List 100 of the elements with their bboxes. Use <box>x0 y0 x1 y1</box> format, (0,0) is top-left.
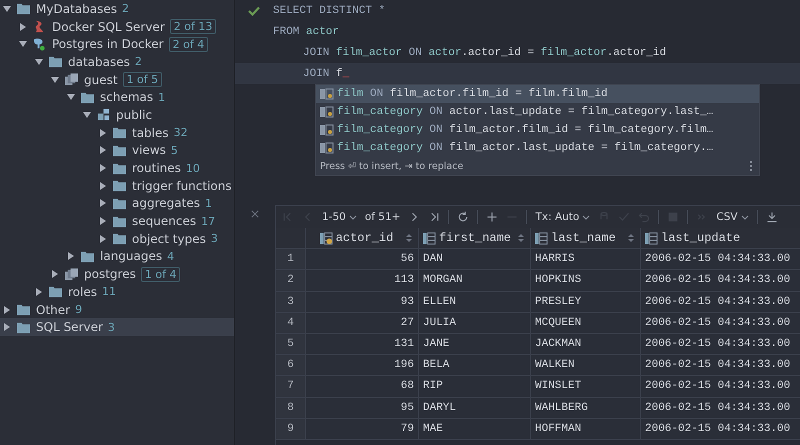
caret-icon[interactable] <box>99 182 107 190</box>
table-key-icon <box>320 123 334 137</box>
dropdown-button[interactable]: CSV <box>716 211 749 223</box>
table-cell: 2006-02-15 04:34:33.00 <box>641 355 800 376</box>
table-cell: WINSLET <box>531 376 641 396</box>
table-cell: DAN <box>419 249 531 270</box>
caret-icon[interactable] <box>99 199 107 208</box>
caret-icon[interactable] <box>99 217 107 226</box>
tree-item[interactable]: languages 4 <box>0 248 234 266</box>
suggestion-item[interactable]: film ON film_actor.film_id = film.film_id <box>316 85 759 103</box>
table-cell: WAHLBERG <box>531 398 641 418</box>
tree-item[interactable]: sequences 17 <box>0 212 234 230</box>
caret-icon[interactable] <box>99 234 107 243</box>
row-number: 8 <box>276 398 306 418</box>
tree-label: tables <box>132 126 169 140</box>
table-cell: 2006-02-15 04:34:33.00 <box>641 312 800 333</box>
column-icon <box>645 232 658 245</box>
table-cell: 2006-02-15 04:34:33.00 <box>641 334 800 354</box>
folder-icon <box>48 285 63 298</box>
caret-icon[interactable] <box>19 22 27 31</box>
folder-icon <box>80 90 95 104</box>
caret-icon[interactable] <box>35 288 43 296</box>
table-cell: RIP <box>419 376 531 396</box>
row-number: 2 <box>276 270 306 291</box>
caret-icon[interactable] <box>35 58 43 66</box>
tree-item[interactable]: guest 1 of 5 <box>0 70 234 88</box>
tree-item[interactable]: aggregates 1 <box>0 194 234 212</box>
caret-icon[interactable] <box>99 164 107 172</box>
caret-icon[interactable] <box>67 252 75 260</box>
dropdown-button[interactable]: Tx: Auto <box>535 211 590 223</box>
table-cell: 2006-02-15 04:34:33.00 <box>641 398 800 418</box>
suggestion-item[interactable]: film_category ON film_actor.film_id = film_category.film… <box>316 121 759 139</box>
tree-item[interactable]: roles 11 <box>0 283 234 301</box>
tree-item[interactable]: public <box>0 106 234 124</box>
caret-icon[interactable] <box>3 4 11 13</box>
caret-icon[interactable] <box>67 93 75 102</box>
tree-item[interactable]: postgres 1 of 4 <box>0 265 234 283</box>
table-cell: HOPKINS <box>531 270 641 291</box>
tree-label: sequences <box>132 214 196 228</box>
suggestion-item[interactable]: film_category ON actor.last_update = film_category.last_… <box>316 103 759 121</box>
sort-icon[interactable] <box>406 233 412 244</box>
add-icon[interactable] <box>486 211 498 223</box>
table-cell: 2006-02-15 04:34:33.00 <box>641 376 800 396</box>
caret-icon[interactable] <box>51 270 59 278</box>
table-cell: JULIA <box>419 312 531 333</box>
folder-icon <box>112 196 127 210</box>
tree-item[interactable]: SQL Server 3 <box>0 318 234 336</box>
item-count: 10 <box>186 162 200 175</box>
row-count: of 51+ <box>364 211 400 223</box>
tree-label: public <box>116 108 152 122</box>
table-key-icon <box>320 105 334 119</box>
more-icon[interactable] <box>749 160 753 172</box>
folder-icon <box>112 214 127 228</box>
caret-icon[interactable] <box>51 76 59 84</box>
close-icon[interactable] <box>251 210 259 218</box>
tree-label: databases <box>68 54 130 69</box>
table-cell: DARYL <box>419 398 531 418</box>
tree-item[interactable]: trigger functions <box>0 176 234 195</box>
caret-icon[interactable] <box>99 146 107 154</box>
table-cell: 56 <box>306 249 419 270</box>
row-number: 3 <box>276 292 306 312</box>
tree-item[interactable]: object types 3 <box>0 230 234 248</box>
caret-icon[interactable] <box>19 40 27 48</box>
code-line: FROM actor <box>273 26 340 38</box>
sort-icon[interactable] <box>628 233 634 244</box>
tree-label: Other <box>36 302 70 317</box>
dropdown-button[interactable]: 1-50 <box>322 211 357 223</box>
database-icon <box>64 268 79 281</box>
tree-item[interactable]: tables 32 <box>0 124 234 142</box>
suggestion-item[interactable]: film_category ON film_actor.last_update = film_category.… <box>316 139 759 157</box>
tree-item[interactable]: routines 10 <box>0 159 234 177</box>
tree-item[interactable]: Docker SQL Server 2 of 13 <box>0 18 234 36</box>
caret-icon <box>348 214 357 220</box>
table-cell: 93 <box>306 292 419 312</box>
download-icon[interactable] <box>766 211 778 223</box>
caret-icon[interactable] <box>99 128 107 137</box>
table-cell: 79 <box>306 418 419 439</box>
table-cell: MAE <box>419 418 531 439</box>
tree-item[interactable]: Postgres in Docker 2 of 4 <box>0 35 234 54</box>
tree-item[interactable]: schemas 1 <box>0 88 234 106</box>
tree-item[interactable]: views 5 <box>0 142 234 160</box>
folder-icon <box>16 2 31 16</box>
sort-icon[interactable] <box>518 233 524 244</box>
tree-label: roles <box>68 284 97 299</box>
tree-label: views <box>132 143 166 158</box>
caret-icon[interactable] <box>3 323 11 332</box>
caret-icon[interactable] <box>3 306 11 314</box>
folder-icon <box>112 179 127 192</box>
folder-icon <box>16 320 31 334</box>
caret-icon <box>740 214 749 220</box>
row-number: 5 <box>276 334 306 354</box>
caret-icon[interactable] <box>83 110 91 119</box>
tree-item[interactable]: databases 2 <box>0 53 234 71</box>
tree-item[interactable]: Other 9 <box>0 300 234 318</box>
refresh-icon[interactable] <box>457 211 470 223</box>
tree-item[interactable]: MyDatabases 2 <box>0 0 234 18</box>
code-line: SELECT DISTINCT * <box>273 4 386 16</box>
code-line: JOIN film_actor ON actor.actor_id = film_actor.actor_id <box>302 46 666 58</box>
table-cell: 2006-02-15 04:34:33.00 <box>641 249 800 270</box>
row-number: 4 <box>276 312 306 333</box>
